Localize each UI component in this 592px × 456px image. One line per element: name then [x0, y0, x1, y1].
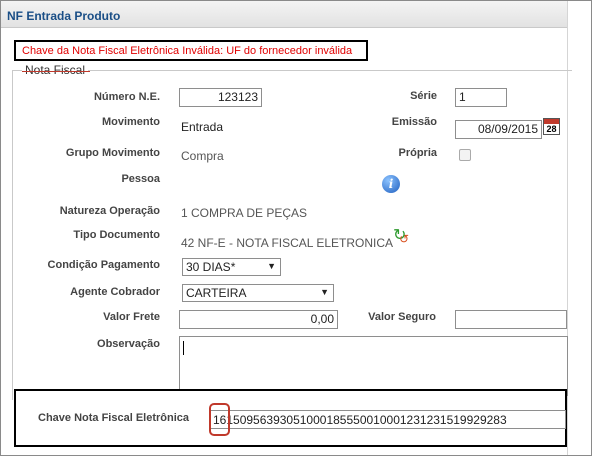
- tipo-documento-label: Tipo Documento: [73, 229, 160, 241]
- movimento-label: Movimento: [101, 116, 160, 128]
- condicao-pagamento-select[interactable]: 30 DIAS* ▼: [182, 258, 281, 276]
- condicao-pagamento-label: Condição Pagamento: [47, 259, 160, 271]
- grupo-movimento-label: Grupo Movimento: [65, 147, 160, 159]
- legend-strike-line: [22, 71, 90, 72]
- dropdown-arrow-icon: ▼: [267, 261, 276, 271]
- emissao-label: Emissão: [391, 116, 437, 128]
- natureza-operacao-value: 1 COMPRA DE PEÇAS: [181, 206, 308, 220]
- valor-frete-label: Valor Frete: [103, 311, 160, 323]
- numero-ne-input[interactable]: 123123: [179, 88, 262, 107]
- movimento-value: Entrada: [181, 120, 224, 134]
- pessoa-label: Pessoa: [121, 173, 160, 185]
- numero-ne-label: Número N.E.: [93, 91, 160, 103]
- serie-input[interactable]: 1: [455, 88, 507, 107]
- text-caret: [183, 341, 184, 355]
- serie-label: Série: [410, 90, 437, 102]
- natureza-operacao-label: Natureza Operação: [59, 205, 160, 217]
- refresh-icon[interactable]: ↻ ↺: [393, 228, 411, 247]
- fieldset-legend: Nota Fiscal: [22, 63, 89, 77]
- observacao-textarea[interactable]: [179, 336, 568, 396]
- agente-cobrador-select[interactable]: CARTEIRA ▼: [182, 284, 334, 302]
- condicao-pagamento-selected: 30 DIAS*: [186, 260, 236, 274]
- propria-label: Própria: [398, 147, 437, 159]
- error-message: Chave da Nota Fiscal Eletrônica Inválida…: [14, 40, 368, 61]
- agente-cobrador-label: Agente Cobrador: [70, 286, 160, 298]
- uf-code-highlight: [209, 403, 230, 436]
- agente-cobrador-selected: CARTEIRA: [186, 286, 247, 300]
- emissao-input[interactable]: 08/09/2015: [455, 120, 542, 139]
- info-icon[interactable]: i: [382, 175, 400, 193]
- calendar-icon[interactable]: 28: [543, 118, 560, 135]
- grupo-movimento-value: Compra: [181, 149, 224, 163]
- chave-nfe-input[interactable]: 1615095639305100018555001000123123151992…: [210, 410, 566, 429]
- valor-frete-input[interactable]: 0,00: [179, 310, 338, 329]
- valor-seguro-input[interactable]: [455, 310, 567, 329]
- window-title: NF Entrada Produto: [1, 1, 567, 28]
- dropdown-arrow-icon: ▼: [320, 287, 329, 297]
- propria-checkbox[interactable]: [459, 149, 471, 161]
- observacao-label: Observação: [97, 338, 160, 350]
- chave-nfe-label: Chave Nota Fiscal Eletrônica: [38, 412, 189, 424]
- valor-seguro-label: Valor Seguro: [368, 311, 436, 323]
- tipo-documento-value: 42 NF-E - NOTA FISCAL ELETRONICA: [181, 236, 394, 250]
